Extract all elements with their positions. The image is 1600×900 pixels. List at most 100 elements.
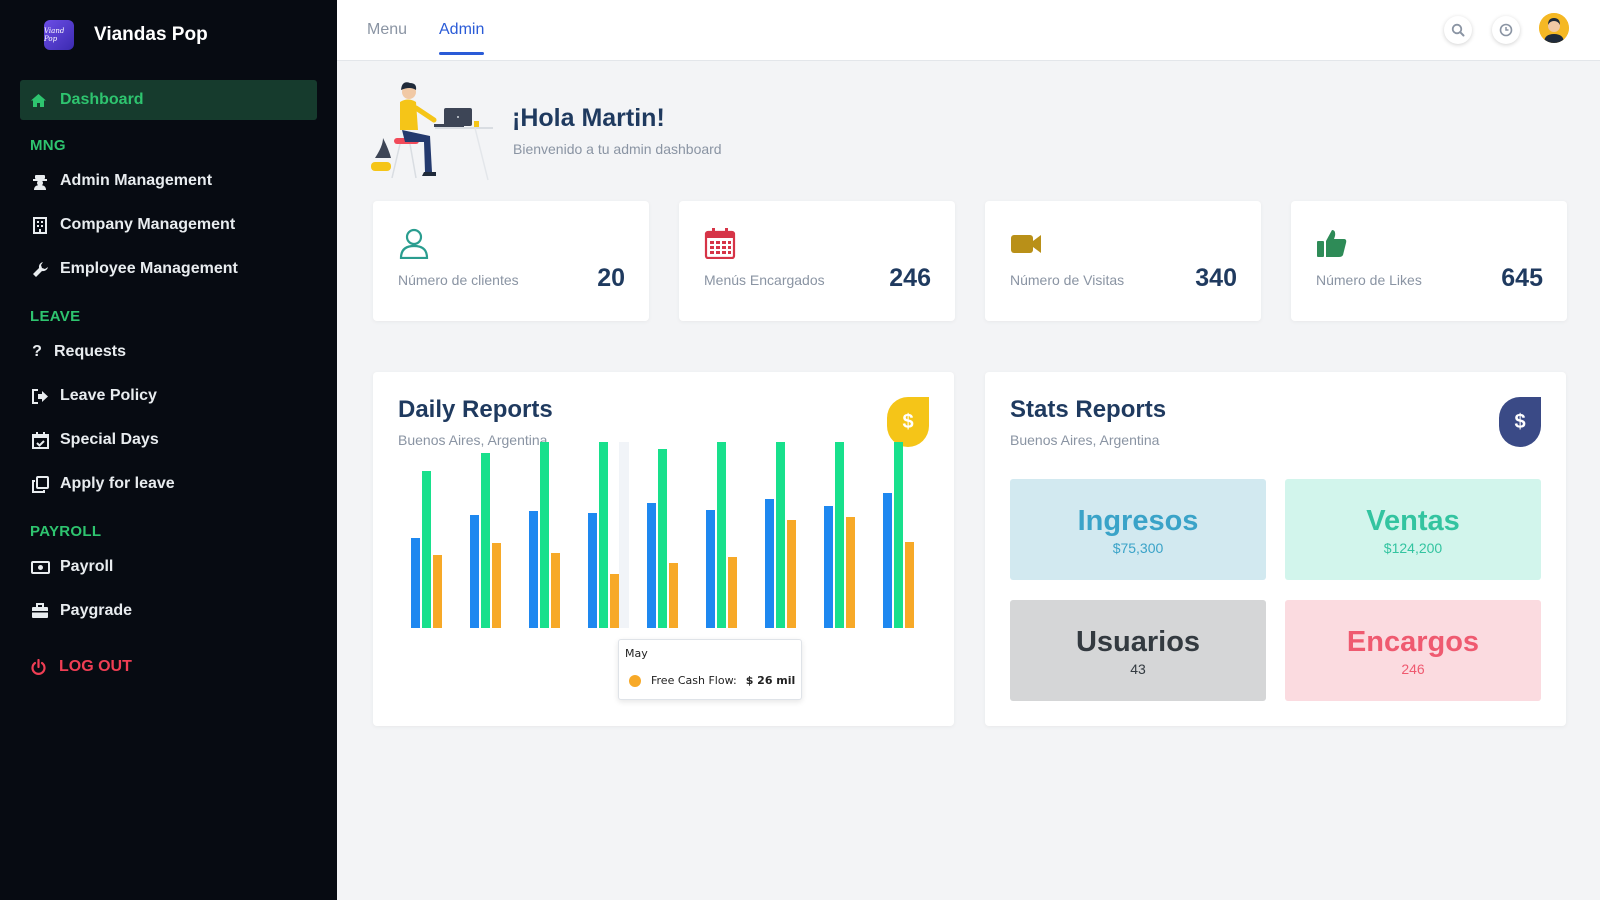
- stat-value: 340: [1195, 264, 1237, 292]
- user-icon: [399, 228, 429, 259]
- chart-bar[interactable]: [883, 493, 892, 628]
- tab-label: Admin: [439, 21, 485, 38]
- sidebar-item-paygrade[interactable]: Paygrade: [30, 598, 132, 624]
- tab-menu[interactable]: Menu: [367, 21, 407, 39]
- stat-card-likes: Número de Likes 645: [1291, 201, 1567, 321]
- chart-bar[interactable]: [433, 555, 442, 628]
- briefcase-icon: [30, 603, 50, 619]
- chart-bar[interactable]: [422, 471, 431, 628]
- calendar-check-icon: [30, 431, 50, 449]
- tile-ventas[interactable]: Ventas $124,200: [1285, 479, 1541, 580]
- tile-value: 246: [1401, 661, 1425, 677]
- chart-bar[interactable]: [658, 449, 667, 628]
- chart-bar[interactable]: [492, 543, 501, 628]
- chart-bar[interactable]: [551, 553, 560, 628]
- tooltip-value: $ 26 mil: [745, 674, 796, 687]
- tile-label: Encargos: [1346, 626, 1480, 658]
- stat-value: 246: [889, 264, 931, 292]
- chart-bar[interactable]: [765, 499, 774, 628]
- history-button[interactable]: [1492, 16, 1520, 44]
- sidebar: Viand Pop Viandas Pop Dashboard MNG Admi…: [0, 0, 337, 900]
- tooltip-row: Free Cash Flow: $ 26 mil: [629, 674, 795, 687]
- tooltip-series: Free Cash Flow:: [651, 674, 737, 687]
- stat-label: Número de Visitas: [1010, 272, 1125, 288]
- tile-value: $124,200: [1383, 540, 1443, 556]
- chart-bar[interactable]: [647, 503, 656, 628]
- stat-value: 20: [597, 264, 625, 292]
- chart-bar[interactable]: [776, 442, 785, 628]
- chart-bar[interactable]: [905, 542, 914, 628]
- sidebar-item-company-management[interactable]: Company Management: [30, 212, 235, 238]
- chart-bar[interactable]: [824, 506, 833, 628]
- section-title-mng: MNG: [30, 137, 66, 154]
- search-button[interactable]: [1444, 16, 1472, 44]
- active-tab-indicator: [439, 52, 485, 55]
- sidebar-item-dashboard[interactable]: Dashboard: [20, 80, 317, 120]
- stat-card-visits: Número de Visitas 340: [985, 201, 1261, 321]
- question-icon: ?: [32, 343, 42, 360]
- sidebar-item-employee-management[interactable]: Employee Management: [30, 256, 238, 282]
- logout-button[interactable]: LOG OUT: [30, 658, 132, 676]
- building-icon: [30, 216, 50, 234]
- card-subtitle: Buenos Aires, Argentina: [1010, 432, 1160, 448]
- chart-bar[interactable]: [529, 511, 538, 628]
- stats-reports-card: Stats Reports Buenos Aires, Argentina $ …: [985, 372, 1566, 726]
- avatar[interactable]: [1539, 13, 1569, 43]
- chart-bar[interactable]: [717, 442, 726, 628]
- series-dot-icon: [629, 674, 641, 687]
- chart-bar[interactable]: [470, 515, 479, 628]
- chart-bar[interactable]: [669, 563, 678, 628]
- sidebar-item-label: Employee Management: [60, 260, 238, 277]
- copy-icon: [30, 475, 50, 493]
- tab-admin[interactable]: Admin: [439, 21, 485, 55]
- chart-bar[interactable]: [787, 520, 796, 628]
- sidebar-item-special-days[interactable]: Special Days: [30, 427, 159, 453]
- sidebar-item-label: Apply for leave: [60, 475, 175, 492]
- sidebar-item-payroll[interactable]: Payroll: [30, 554, 113, 580]
- chart-bar[interactable]: [894, 442, 903, 628]
- sidebar-item-admin-management[interactable]: Admin Management: [30, 168, 212, 194]
- chart-bar[interactable]: [540, 442, 549, 628]
- clock-icon: [1499, 23, 1513, 37]
- tile-value: 43: [1130, 661, 1146, 677]
- sidebar-item-label: Payroll: [60, 558, 114, 575]
- chart-bar[interactable]: [610, 574, 619, 628]
- sidebar-item-requests[interactable]: ? Requests: [30, 339, 126, 365]
- stat-card-menus: Menús Encargados 246: [679, 201, 955, 321]
- money-bill-icon: [30, 560, 50, 574]
- sidebar-item-label: Admin Management: [60, 172, 213, 189]
- tile-usuarios[interactable]: Usuarios 43: [1010, 600, 1266, 701]
- power-icon: [30, 658, 47, 676]
- chart-tooltip: May Free Cash Flow: $ 26 mil: [618, 639, 802, 700]
- sidebar-item-apply-for-leave[interactable]: Apply for leave: [30, 471, 175, 497]
- dollar-badge-icon: $: [1499, 397, 1541, 447]
- sidebar-item-label: Dashboard: [60, 91, 144, 108]
- chart-bar[interactable]: [835, 442, 844, 628]
- chart-bar[interactable]: [411, 538, 420, 628]
- sidebar-item-leave-policy[interactable]: Leave Policy: [30, 383, 157, 409]
- search-icon: [1451, 23, 1465, 37]
- tile-label: Ventas: [1366, 505, 1460, 537]
- chart-bar[interactable]: [599, 442, 608, 628]
- tile-encargos[interactable]: Encargos 246: [1285, 600, 1541, 701]
- sidebar-item-label: Company Management: [60, 216, 236, 233]
- card-title: Daily Reports: [398, 396, 553, 423]
- wrench-icon: [30, 261, 50, 278]
- chart-hover-column: [619, 442, 629, 628]
- tile-ingresos[interactable]: Ingresos $75,300: [1010, 479, 1266, 580]
- brand[interactable]: Viand Pop Viandas Pop: [44, 20, 208, 50]
- chart-bar[interactable]: [728, 557, 737, 628]
- chart-bar[interactable]: [846, 517, 855, 628]
- greeting-subtitle: Bienvenido a tu admin dashboard: [513, 141, 722, 157]
- home-icon: [30, 93, 48, 108]
- chart-bar[interactable]: [481, 453, 490, 628]
- section-title-leave: LEAVE: [30, 308, 81, 325]
- chart-bar[interactable]: [706, 510, 715, 628]
- calendar-icon: [704, 228, 736, 259]
- stat-label: Número de Likes: [1316, 272, 1422, 288]
- stat-label: Menús Encargados: [704, 272, 825, 288]
- brand-logo: Viand Pop: [44, 20, 74, 50]
- sidebar-item-label: Special Days: [60, 431, 159, 448]
- sidebar-item-label: Paygrade: [60, 602, 133, 619]
- chart-bar[interactable]: [588, 513, 597, 628]
